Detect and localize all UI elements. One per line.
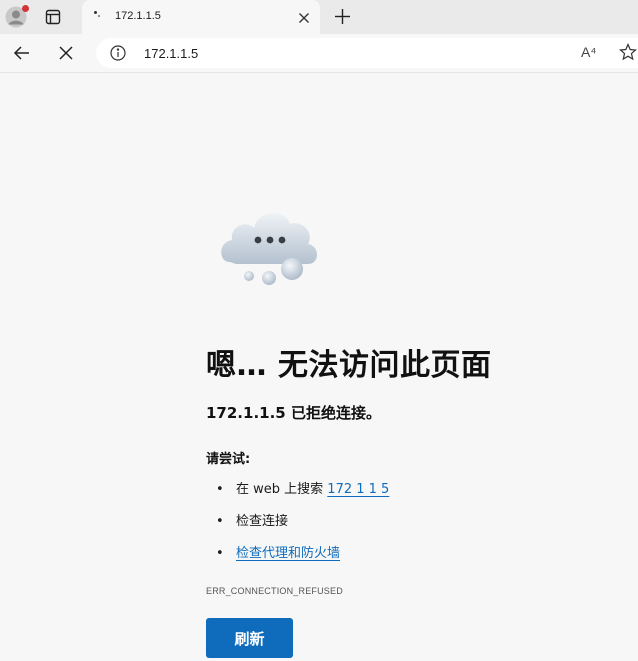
suggestion-list: • 在 web 上搜索 172 1 1 5 • 检查连接 • 检查代理和防火墙 — [206, 480, 389, 576]
browser-toolbar: 172.1.1.5 — [0, 34, 638, 73]
tab-title: 172.1.1.5 — [115, 10, 161, 22]
address-bar[interactable]: 172.1.1.5 — [96, 38, 638, 68]
notification-dot — [22, 5, 29, 12]
search-web-text: 在 web 上搜索 — [236, 482, 324, 497]
url-text[interactable]: 172.1.1.5 — [144, 46, 198, 61]
list-item: • 在 web 上搜索 172 1 1 5 — [206, 480, 389, 512]
active-tab[interactable]: 172.1.1.5 — [82, 0, 320, 34]
cloud-error-illustration — [216, 206, 324, 288]
tab-strip: 172.1.1.5 — [0, 0, 638, 34]
error-heading: 嗯… 无法访问此页面 — [206, 348, 492, 383]
try-label: 请尝试: — [206, 452, 251, 467]
error-code: ERR_CONNECTION_REFUSED — [206, 586, 343, 596]
search-web-link[interactable]: 172 1 1 5 — [327, 482, 389, 497]
refresh-button[interactable]: 刷新 — [206, 618, 293, 658]
bullet: • — [216, 514, 224, 529]
check-connection-text: 检查连接 — [236, 514, 289, 529]
error-subheading: 172.1.1.5 已拒绝连接。 — [206, 404, 381, 422]
read-aloud-icon[interactable]: A⁴ — [581, 44, 596, 60]
bullet: • — [216, 546, 224, 561]
new-tab-icon[interactable] — [334, 8, 351, 25]
back-arrow-icon[interactable] — [13, 44, 31, 62]
tab-actions-icon[interactable] — [44, 8, 62, 26]
check-proxy-link[interactable]: 检查代理和防火墙 — [236, 546, 340, 561]
list-item: • 检查代理和防火墙 — [206, 544, 389, 576]
stop-loading-icon[interactable] — [57, 44, 75, 62]
close-tab-icon[interactable] — [298, 11, 310, 23]
list-item: • 检查连接 — [206, 512, 389, 544]
favorite-star-icon[interactable] — [619, 43, 637, 61]
bullet: • — [216, 482, 224, 497]
profile-avatar-icon[interactable] — [5, 5, 29, 28]
loading-spinner-icon — [93, 7, 103, 18]
site-info-icon[interactable] — [110, 45, 126, 61]
